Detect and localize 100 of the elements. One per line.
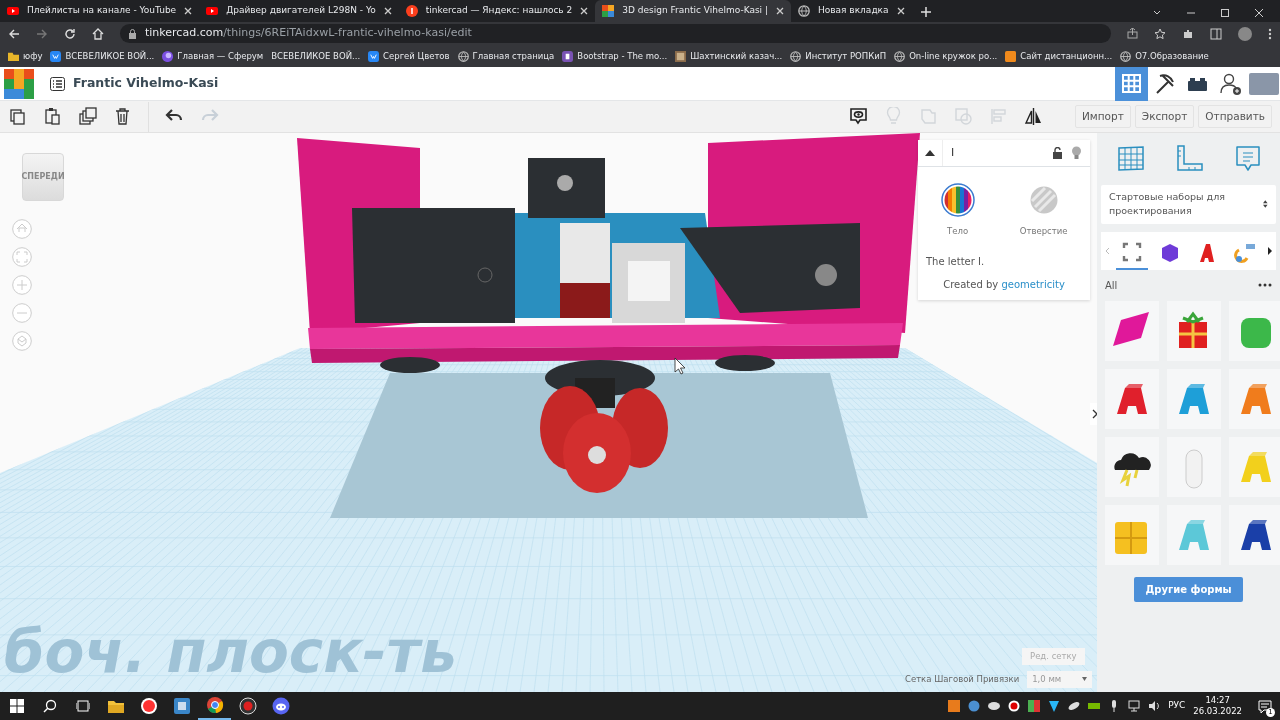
send-button[interactable]: Отправить: [1198, 104, 1272, 129]
tab-title: 3D design Frantic Vihelmo-Kasi |: [622, 4, 768, 18]
reload-icon[interactable]: [64, 27, 76, 40]
app-icon[interactable]: [1028, 700, 1041, 712]
tab-title: tinkercad — Яндекс: нашлось 2: [425, 4, 573, 18]
snap-grid-label: Сетка Шаговой Привязки: [905, 673, 1020, 686]
sidebar-icon[interactable]: [1210, 27, 1222, 40]
close-icon[interactable]: [896, 7, 905, 15]
maximize-icon[interactable]: [1220, 8, 1230, 18]
bookmark-link[interactable]: Главная — Сферум: [177, 49, 264, 63]
share-icon[interactable]: [1127, 28, 1138, 39]
bookmark-link[interactable]: Главная страница: [472, 49, 555, 63]
author-link[interactable]: geometricity: [1001, 278, 1065, 290]
bookmark-link[interactable]: ВСЕВЕЛИКОЕ ВОЙ...: [65, 49, 155, 63]
browser-tab[interactable]: tinkercad — Яндекс: нашлось 2: [398, 0, 596, 22]
solid-color-swatch[interactable]: [940, 183, 975, 217]
bookmark-link[interactable]: Сергей Цветов: [383, 49, 450, 63]
app-logo-icon[interactable]: [1005, 50, 1017, 62]
globe-icon[interactable]: [894, 50, 906, 62]
tab-title: Драйвер двигателей L298N - Yo: [226, 4, 376, 18]
caret-icon: [1082, 677, 1088, 682]
extension-icon[interactable]: [1182, 27, 1194, 40]
vk-icon[interactable]: [50, 50, 62, 62]
volume-icon[interactable]: [1148, 700, 1161, 712]
forward-arrow-icon[interactable]: [36, 27, 48, 40]
bookmark-link[interactable]: Bootstrap - The mo...: [577, 49, 668, 63]
profile-avatar-icon[interactable]: [1238, 26, 1252, 41]
chevron-right-icon[interactable]: [1267, 246, 1272, 255]
bookmark-link[interactable]: On-line кружок ро...: [909, 49, 998, 63]
bookmark-link[interactable]: Шахтинский казач...: [690, 49, 783, 63]
close-icon[interactable]: [383, 7, 392, 15]
name-field[interactable]: I: [942, 140, 1052, 166]
browser-tab[interactable]: Плейлисты на канале - YouTube: [0, 0, 200, 22]
design-title[interactable]: Frantic Vihelmo-Kasi: [73, 74, 219, 93]
list-icon[interactable]: [50, 76, 65, 91]
close-icon[interactable]: [776, 7, 784, 15]
import-button[interactable]: Импорт: [1074, 104, 1131, 129]
lock-icon: [128, 28, 137, 39]
sort-arrows-icon: [1263, 199, 1268, 210]
creator-credit: Created by geometricity: [942, 277, 1066, 292]
grid-button[interactable]: [1115, 66, 1148, 101]
bookmark-link[interactable]: О7.Образование: [1135, 49, 1209, 63]
record-icon[interactable]: [1008, 700, 1021, 712]
close-icon[interactable]: [1254, 8, 1264, 18]
bookmark-link[interactable]: юфу: [23, 49, 43, 63]
task-view-icon[interactable]: [75, 699, 90, 713]
network-icon[interactable]: [1128, 700, 1141, 712]
grid-icon: [1119, 71, 1144, 96]
new-tab-icon[interactable]: [919, 6, 932, 18]
collapse-panel-button[interactable]: [1090, 403, 1097, 425]
square-logo-icon[interactable]: [562, 50, 574, 62]
globe-icon[interactable]: [1120, 50, 1132, 62]
address-bar[interactable]: tinkercad.com/things/6REiTAidxwL-frantic-vihelmo-kasi/edit: [120, 24, 1111, 43]
tinkercad-logo[interactable]: [4, 68, 34, 99]
globe-icon[interactable]: [457, 50, 469, 62]
browser-tab[interactable]: Драйвер двигателей L298N - Yo: [199, 0, 399, 22]
workplane-grid-icon[interactable]: [1116, 145, 1145, 171]
lock-icon[interactable]: [1052, 147, 1063, 159]
bulb-icon[interactable]: [1071, 146, 1082, 160]
app-icon[interactable]: [948, 700, 961, 712]
mode-label: Тело: [947, 225, 969, 238]
note-icon[interactable]: [848, 107, 868, 126]
trash-icon[interactable]: [113, 107, 132, 126]
notes-icon[interactable]: [1234, 145, 1261, 173]
close-icon[interactable]: [184, 7, 193, 15]
windows-start-icon[interactable]: [9, 699, 24, 713]
clipboard-icon[interactable]: [43, 107, 62, 126]
back-arrow-icon[interactable]: [8, 27, 20, 40]
menu-dots-icon[interactable]: [1268, 27, 1272, 40]
bookmark-link[interactable]: ВСЕВЕЛИКОЕ ВОЙ...: [271, 49, 361, 63]
vk-icon[interactable]: [368, 50, 380, 62]
more-options-icon[interactable]: [1258, 283, 1272, 287]
url-text: tinkercad.com/things/6REiTAidxwL-frantic-vihelmo-kasi/edit: [145, 25, 472, 42]
photo-icon[interactable]: [675, 50, 687, 62]
folder-icon[interactable]: [8, 50, 19, 62]
starter-kits-dropdown[interactable]: Стартовые наборы для проектирования: [1101, 185, 1276, 224]
close-icon[interactable]: [580, 7, 589, 15]
bookmark-link[interactable]: Сайт дистанционн...: [1020, 49, 1113, 63]
tab-title: Новая вкладка: [818, 4, 889, 18]
globe-icon[interactable]: [790, 50, 802, 62]
app-window-icon: [172, 697, 191, 715]
notification-icon[interactable]: [1258, 699, 1272, 714]
clock-time[interactable]: 14:27: [1193, 695, 1242, 706]
youtube-icon: [206, 5, 219, 17]
language-indicator[interactable]: РУС: [1168, 699, 1186, 713]
record-icon: [238, 697, 257, 715]
bookmark-link[interactable]: Институт РОПКиП: [805, 49, 887, 63]
star-icon[interactable]: [1154, 27, 1166, 40]
browser-tab[interactable]: Новая вкладка: [791, 0, 912, 22]
globe-icon: [798, 5, 810, 17]
user-add-icon: [1218, 71, 1243, 96]
mirror-icon[interactable]: [1023, 107, 1043, 126]
duplicate-icon[interactable]: [78, 107, 97, 126]
youtube-icon: [7, 5, 19, 17]
export-button[interactable]: Экспорт: [1134, 104, 1195, 129]
search-icon[interactable]: [42, 699, 57, 713]
clock-date[interactable]: 26.03.2022: [1193, 706, 1242, 717]
home-icon[interactable]: [92, 27, 104, 40]
copy-icon[interactable]: [8, 107, 27, 126]
browser-tab[interactable]: 3D design Frantic Vihelmo-Kasi |: [595, 0, 791, 22]
